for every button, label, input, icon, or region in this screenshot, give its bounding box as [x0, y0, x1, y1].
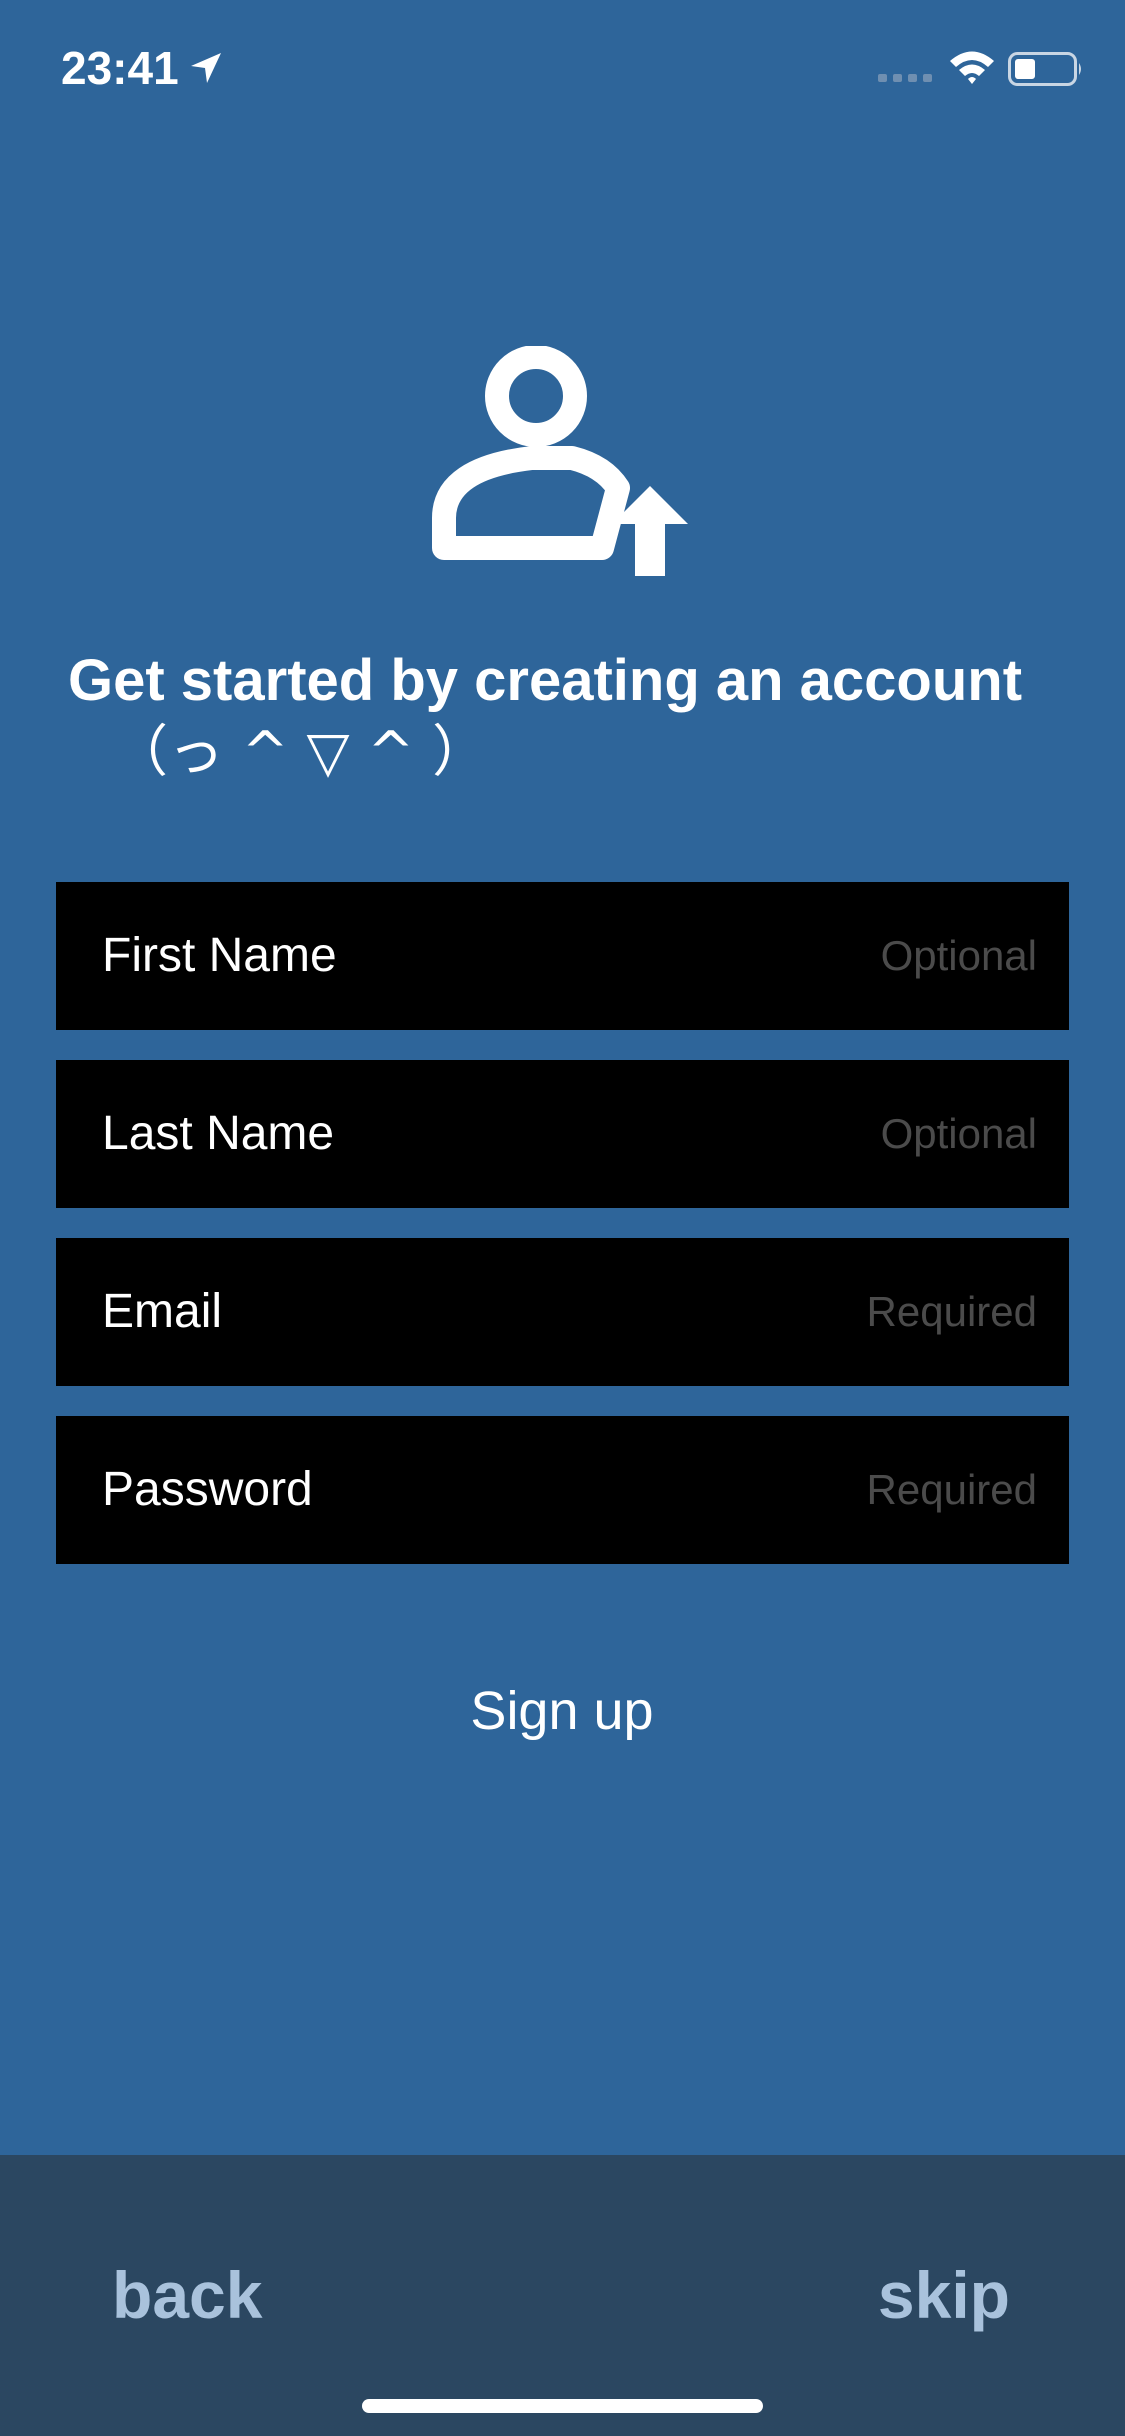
back-button[interactable]: back — [112, 2255, 262, 2335]
last-name-field[interactable]: Last Name — [56, 1060, 1069, 1208]
password-field[interactable]: Password — [56, 1416, 1069, 1564]
wifi-icon — [950, 51, 994, 84]
cellular-signal-icon — [878, 74, 932, 82]
home-indicator[interactable] — [362, 2399, 763, 2413]
email-label: Email — [102, 1285, 223, 1338]
last-name-input[interactable] — [537, 1060, 1037, 1208]
bottom-nav-bar: back skip — [0, 2155, 1125, 2436]
sign-up-button[interactable]: Sign up — [362, 1670, 762, 1750]
signup-form: First Name Last Name Email Password — [56, 882, 1069, 1594]
skip-button[interactable]: skip — [878, 2255, 1010, 2335]
battery-icon — [1008, 52, 1081, 86]
email-input[interactable] — [537, 1238, 1037, 1386]
password-input[interactable] — [537, 1416, 1037, 1564]
kaomoji-text: （っ ^ ▽ ^ ） — [112, 720, 489, 785]
person-upload-icon — [432, 346, 688, 576]
last-name-label: Last Name — [102, 1107, 335, 1160]
first-name-label: First Name — [102, 929, 337, 982]
page-title: Get started by creating an account — [68, 648, 1023, 713]
password-label: Password — [102, 1463, 313, 1516]
first-name-field[interactable]: First Name — [56, 882, 1069, 1030]
status-bar: 23:41 — [0, 0, 1125, 140]
location-arrow-icon — [191, 53, 221, 83]
first-name-input[interactable] — [537, 882, 1037, 1030]
email-field[interactable]: Email — [56, 1238, 1069, 1386]
status-time: 23:41 — [61, 42, 179, 94]
